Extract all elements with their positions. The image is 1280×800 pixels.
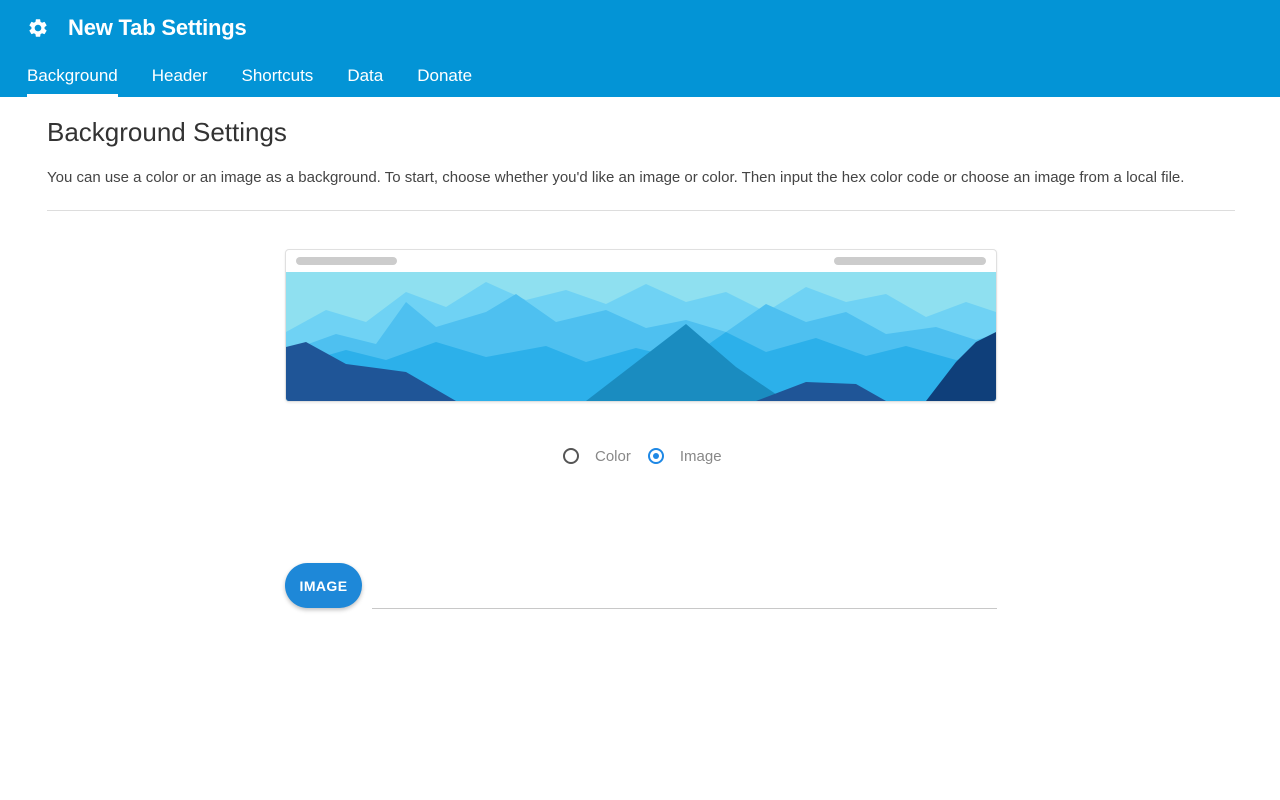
gear-icon bbox=[27, 17, 49, 39]
page-description: You can use a color or an image as a bac… bbox=[47, 169, 1185, 186]
background-type-radio-group: Color Image bbox=[563, 446, 739, 466]
image-file-input[interactable] bbox=[372, 580, 997, 609]
background-preview bbox=[285, 249, 997, 402]
radio-image-label[interactable]: Image bbox=[680, 448, 722, 465]
tab-donate[interactable]: Donate bbox=[417, 66, 472, 97]
preview-placeholder-bar-right bbox=[834, 257, 986, 265]
app-header: New Tab Settings Background Header Short… bbox=[0, 0, 1280, 97]
tab-background[interactable]: Background bbox=[27, 66, 118, 97]
preview-placeholder-bar-left bbox=[296, 257, 397, 265]
app-title: New Tab Settings bbox=[68, 15, 247, 40]
mountain-landscape-image bbox=[286, 272, 996, 401]
radio-color-label[interactable]: Color bbox=[595, 448, 631, 465]
tab-bar: Background Header Shortcuts Data Donate bbox=[27, 66, 506, 97]
tab-data[interactable]: Data bbox=[347, 66, 383, 97]
main-content: Background Settings You can use a color … bbox=[47, 97, 1235, 211]
page-title: Background Settings bbox=[47, 117, 287, 147]
tab-header[interactable]: Header bbox=[152, 66, 208, 97]
tab-shortcuts[interactable]: Shortcuts bbox=[242, 66, 314, 97]
radio-image[interactable] bbox=[647, 448, 664, 464]
radio-color[interactable] bbox=[563, 448, 579, 464]
header-title-row: New Tab Settings bbox=[27, 14, 247, 42]
divider bbox=[47, 210, 1235, 211]
choose-image-button[interactable]: IMAGE bbox=[285, 563, 362, 608]
